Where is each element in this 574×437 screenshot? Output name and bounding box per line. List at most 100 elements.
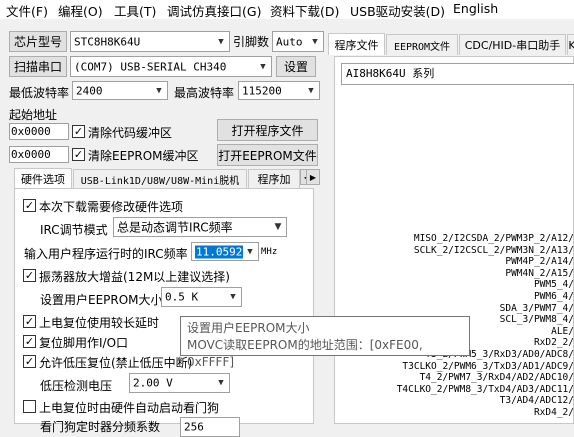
lvd-voltage-value: 2.00 V	[133, 376, 173, 390]
irc-frequency-value: 11.0592	[195, 245, 244, 258]
clear-code-label: 清除代码缓冲区	[88, 126, 173, 140]
checkmark-icon: ✓	[73, 148, 84, 161]
irc-frequency-select[interactable]: 11.0592 ▼	[191, 242, 259, 261]
min-baud-select[interactable]: 2400 ▼	[72, 81, 168, 100]
open-eeprom-button[interactable]: 打开EEPROM文件	[217, 144, 318, 166]
pin-label: SCL_3/PWM8_4/	[499, 314, 574, 326]
tab-program-file[interactable]: 程序文件	[328, 33, 385, 55]
clear-eeprom-checkbox[interactable]: ✓	[72, 148, 85, 161]
tab-program-encrypt[interactable]: 程序加	[248, 169, 300, 188]
port-select[interactable]: (COM7) USB-SERIAL CH340 ▼	[70, 56, 272, 77]
irc-mode-value: 总是动态调节IRC频率	[117, 220, 233, 235]
start-address-label: 起始地址	[9, 108, 58, 122]
lvd-voltage-label: 低压检测电压	[40, 379, 113, 393]
min-baud-value: 2400	[76, 84, 103, 97]
tooltip-line-1: 设置用户EEPROM大小	[187, 321, 310, 335]
menu-usb-driver[interactable]: USB驱动安装(D)	[350, 1, 445, 20]
watchdog-prescaler-label: 看门狗定时器分频系数	[40, 420, 161, 434]
clear-eeprom-label: 清除EEPROM缓冲区	[88, 149, 199, 163]
menu-tools[interactable]: 工具(T)	[114, 1, 156, 20]
watchdog-checkbox[interactable]	[23, 400, 36, 413]
eeprom-size-value: 0.5 K	[165, 290, 199, 304]
max-baud-select[interactable]: 115200 ▼	[238, 81, 320, 100]
tooltip-line-2: MOVC读取EEPROM的地址范围：[0xFE00, 0xFFFF]	[187, 338, 423, 369]
pin-label: PWM4P_2/A14/	[505, 256, 574, 268]
watchdog-label: 上电复位时由硬件自动启动看门狗	[39, 401, 220, 415]
reset-pin-checkbox[interactable]: ✓	[23, 335, 36, 348]
chip-series-title: AI8H8K64U 系列	[341, 63, 574, 85]
lvd-reset-label: 允许低压复位(禁止低压中断)	[39, 356, 193, 370]
tab-scroll-right-icon[interactable]: ▶	[306, 169, 320, 185]
reset-hw-label: 本次下载需要修改硬件选项	[39, 200, 184, 214]
menu-english[interactable]: English	[453, 1, 498, 16]
tab-hardware-options[interactable]: 硬件选项	[14, 168, 72, 189]
chevron-down-icon: ▼	[230, 292, 236, 302]
checkmark-icon: ✓	[24, 315, 35, 328]
pin-label: RxD4_2/	[533, 407, 574, 418]
lvd-voltage-select[interactable]: 2.00 V ▼	[129, 373, 230, 393]
menu-program[interactable]: 编程(O)	[58, 1, 103, 20]
checkmark-icon: ✓	[24, 355, 35, 368]
chevron-down-icon: ▼	[312, 36, 318, 47]
watchdog-prescaler-value: 256	[184, 420, 204, 434]
chevron-down-icon: ▼	[218, 36, 224, 47]
open-program-button[interactable]: 打开程序文件	[217, 119, 318, 141]
osc-gain-label: 振荡器放大增益(12M以上建议选择)	[39, 270, 230, 284]
pin-label: PWM4N_2/A15/	[505, 267, 574, 279]
reset-pin-label: 复位脚用作I/O口	[39, 336, 129, 350]
irc-mode-select[interactable]: 总是动态调节IRC频率 ▼	[113, 217, 287, 237]
code-address-field[interactable]: 0x0000	[9, 123, 69, 140]
pin-count-value: Auto	[276, 35, 303, 48]
clear-code-checkbox[interactable]: ✓	[72, 125, 85, 138]
irc-frequency-label: 输入用户程序运行时的IRC频率	[24, 247, 188, 261]
tab-serial-assistant[interactable]: CDC/HID-串口助手	[459, 34, 566, 55]
menu-debug[interactable]: 调试仿真接口(G)	[167, 1, 261, 20]
chevron-down-icon: ▼	[247, 246, 253, 257]
port-value: (COM7) USB-SERIAL CH340	[74, 60, 227, 73]
chevron-down-icon: ▼	[218, 378, 224, 388]
irc-frequency-unit: MHz	[261, 247, 278, 257]
menu-bar: 文件(F) 编程(O) 工具(T) 调试仿真接口(G) 资料下载(D) USB驱…	[0, 0, 574, 19]
pin-count-select[interactable]: Auto ▼	[272, 31, 324, 52]
lvd-reset-checkbox[interactable]: ✓	[23, 355, 36, 368]
long-reset-checkbox[interactable]: ✓	[23, 315, 36, 328]
pin-label: ALE/	[551, 325, 574, 337]
chip-type-select[interactable]: STC8H8K64U ▼	[70, 31, 230, 52]
long-reset-label: 上电复位使用较长延时	[39, 316, 160, 330]
watchdog-prescaler-select[interactable]: 256	[180, 417, 240, 437]
scan-port-button[interactable]: 扫描串口	[9, 56, 67, 77]
chevron-down-icon: ▼	[260, 61, 266, 72]
pin-label: MISO_2/I2CSDA_2/PWM3P_2/A12/	[413, 233, 574, 244]
tab-usb-link[interactable]: USB-Link1D/U8W/U8W-Mini脱机	[73, 169, 247, 188]
chevron-down-icon: ▼	[156, 85, 162, 96]
chip-type-value: STC8H8K64U	[74, 35, 141, 48]
pin-label: SDA_3/PWM7_4/	[499, 302, 574, 314]
checkmark-icon: ✓	[24, 199, 35, 212]
max-baud-label: 最高波特率	[174, 86, 235, 100]
chevron-down-icon: ▼	[274, 222, 282, 232]
max-baud-value: 115200	[242, 84, 282, 97]
menu-download[interactable]: 资料下载(D)	[270, 1, 339, 20]
pin-label: PWM6_4/	[533, 291, 574, 302]
tab-more[interactable]: K	[567, 34, 574, 55]
irc-mode-label: IRC调节模式	[40, 223, 108, 237]
checkmark-icon: ✓	[24, 269, 35, 282]
pin-count-label: 引脚数	[233, 35, 270, 49]
pin-label: T4CLKO_2/PWM8_3/TxD4/AD3/ADC11/	[396, 383, 574, 395]
eeprom-address-field[interactable]: 0x0000	[9, 146, 69, 163]
eeprom-size-select[interactable]: 0.5 K ▼	[161, 287, 242, 307]
min-baud-label: 最低波特率	[9, 86, 70, 100]
pin-label: RxD2_2/	[533, 337, 574, 349]
chip-type-button[interactable]: 芯片型号	[9, 31, 67, 52]
pin-label: PWM5_4/	[533, 279, 574, 291]
chevron-down-icon: ▼	[308, 85, 314, 96]
checkmark-icon: ✓	[73, 125, 84, 138]
pin-label: SCLK_2/I2CSCL_2/PWM3N_2/A13/	[413, 244, 574, 256]
checkmark-icon: ✓	[24, 335, 35, 348]
settings-button[interactable]: 设置	[276, 56, 316, 77]
reset-hw-checkbox[interactable]: ✓	[23, 199, 36, 212]
osc-gain-checkbox[interactable]: ✓	[23, 269, 36, 282]
eeprom-size-label: 设置用户EEPROM大小	[40, 293, 163, 307]
menu-file[interactable]: 文件(F)	[6, 1, 48, 20]
tab-eeprom-file[interactable]: EEPROM文件	[386, 34, 458, 55]
